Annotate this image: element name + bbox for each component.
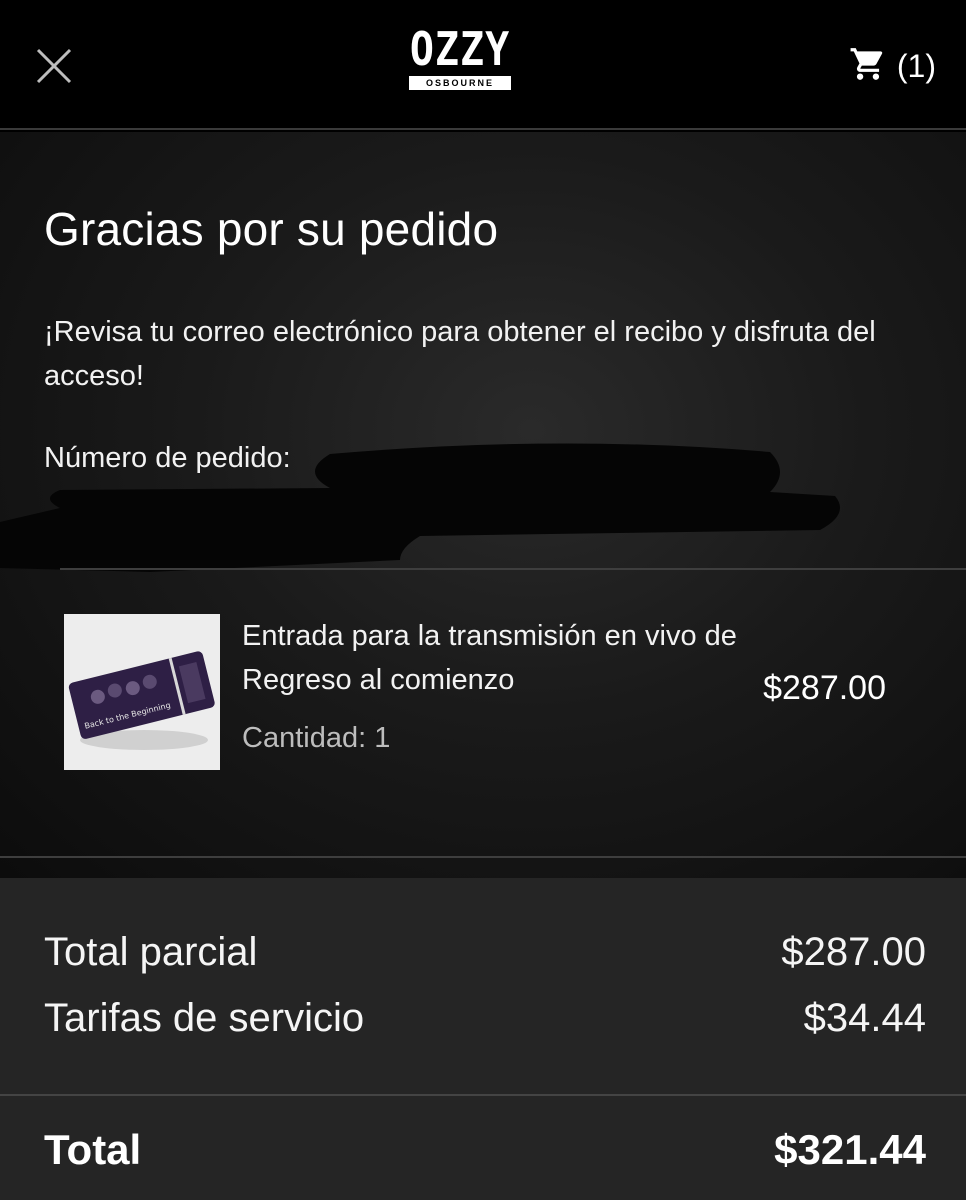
total-value: $321.44 — [774, 1126, 926, 1173]
ticket-thumbnail: Back to the Beginning — [64, 614, 220, 770]
item-name: Entrada para la transmisión en vivo de R… — [242, 620, 737, 696]
divider — [60, 568, 966, 570]
total-bar: Total $321.44 — [0, 1094, 966, 1200]
cart-icon — [849, 45, 887, 88]
redacted-order-number — [0, 443, 840, 572]
logo-wordmark: OZZY — [409, 23, 511, 77]
order-summary: Total parcial $287.00 Tarifas de servici… — [0, 878, 966, 1094]
logo-subtitle: OSBOURNE — [409, 76, 511, 90]
cart-count: (1) — [896, 47, 936, 84]
order-confirmation: Gracias por su pedido ¡Revisa tu correo … — [0, 132, 966, 878]
service-fees-value: $34.44 — [803, 996, 926, 1040]
confirmation-message: ¡Revisa tu correo electrónico para obten… — [44, 316, 876, 392]
subtotal-row: Total parcial $287.00 — [44, 930, 926, 975]
divider — [0, 856, 966, 858]
page-title: Gracias por su pedido — [44, 203, 499, 255]
total-row: Total $321.44 — [44, 1126, 926, 1174]
service-fees-label: Tarifas de servicio — [44, 996, 365, 1040]
total-label: Total — [44, 1126, 142, 1173]
close-icon[interactable] — [34, 46, 74, 86]
subtotal-value: $287.00 — [781, 930, 926, 974]
item-price: $287.00 — [763, 669, 886, 707]
service-fees-row: Tarifas de servicio $34.44 — [44, 996, 926, 1041]
item-quantity: Cantidad: 1 — [242, 722, 391, 754]
brand-logo[interactable]: OZZY OSBOURNE — [408, 23, 512, 98]
cart-button[interactable]: (1) — [849, 44, 936, 88]
subtotal-label: Total parcial — [44, 930, 258, 974]
top-bar: OZZY OSBOURNE (1) — [0, 0, 966, 130]
